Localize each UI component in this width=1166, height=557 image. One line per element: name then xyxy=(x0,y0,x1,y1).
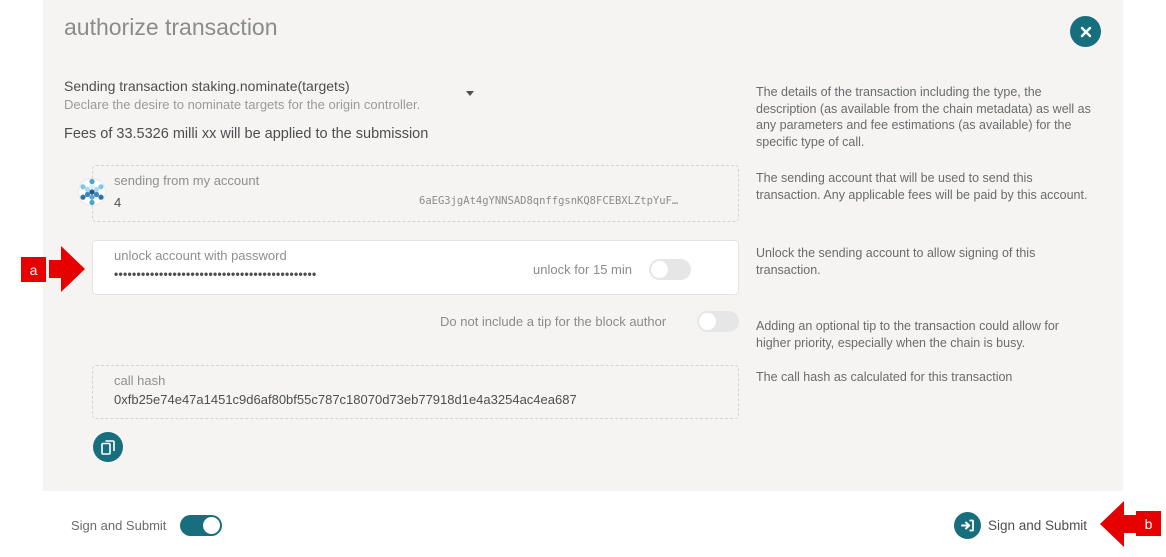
call-hash-value: 0xfb25e74e47a1451c9d6af80bf55c787c18070d… xyxy=(114,392,577,407)
help-account: The sending account that will be used to… xyxy=(756,171,1088,202)
transaction-fees: Fees of 33.5326 milli xx will be applied… xyxy=(64,126,429,142)
tip-toggle-label: Do not include a tip for the block autho… xyxy=(440,314,667,329)
help-unlock: Unlock the sending account to allow sign… xyxy=(756,246,1036,277)
transaction-description: Declare the desire to nominate targets f… xyxy=(64,97,421,112)
toggle-knob xyxy=(699,313,716,330)
help-call-hash: The call hash as calculated for this tra… xyxy=(756,370,1013,384)
account-address: 6aEG3jgAt4gYNNSAD8qnffgsnKQ8FCEBXLZtpYuF… xyxy=(419,195,679,207)
authorize-transaction-modal: authorize transaction Sending transactio… xyxy=(43,0,1123,491)
sign-and-submit-button[interactable]: Sign and Submit xyxy=(954,512,1087,539)
transaction-method: Sending transaction staking.nominate(tar… xyxy=(64,78,350,94)
sign-and-submit-label: Sign and Submit xyxy=(988,518,1088,533)
password-input[interactable]: ••••••••••••••••••••••••••••••••••••••••… xyxy=(114,267,317,281)
sign-toggle-label: Sign and Submit xyxy=(71,518,167,533)
call-hash-label: call hash xyxy=(114,373,166,388)
annotation-arrow-right-icon xyxy=(49,246,85,292)
toggle-knob xyxy=(203,517,220,534)
close-button[interactable] xyxy=(1070,16,1101,47)
annotation-arrow-left-icon xyxy=(1100,501,1136,547)
unlock-toggle[interactable] xyxy=(649,259,691,280)
caret-down-icon[interactable] xyxy=(466,91,474,96)
tip-toggle[interactable] xyxy=(697,311,739,332)
identicon-avatar xyxy=(78,178,106,206)
password-field-label: unlock account with password xyxy=(114,248,287,263)
copy-icon xyxy=(101,439,115,455)
modal-title: authorize transaction xyxy=(64,14,278,40)
close-icon xyxy=(1080,26,1091,37)
sign-and-submit-toggle[interactable] xyxy=(180,515,222,536)
annotation-marker-b: b xyxy=(1136,511,1161,536)
toggle-knob xyxy=(651,261,668,278)
account-name: 4 xyxy=(114,195,122,210)
help-tip: Adding an optional tip to the transactio… xyxy=(756,319,1059,350)
help-transaction-details: The details of the transaction including… xyxy=(756,85,1091,149)
sign-in-icon xyxy=(954,512,981,539)
password-field[interactable]: unlock account with password •••••••••••… xyxy=(92,240,739,295)
sending-account-field[interactable]: sending from my account 4 6aEG3jgAt4gYNN… xyxy=(92,165,739,222)
copy-button[interactable] xyxy=(93,432,123,462)
annotation-marker-a: a xyxy=(21,257,46,282)
unlock-duration-label: unlock for 15 min xyxy=(533,262,632,277)
account-field-label: sending from my account xyxy=(114,173,260,188)
call-hash-field: call hash 0xfb25e74e47a1451c9d6af80bf55c… xyxy=(92,365,739,419)
